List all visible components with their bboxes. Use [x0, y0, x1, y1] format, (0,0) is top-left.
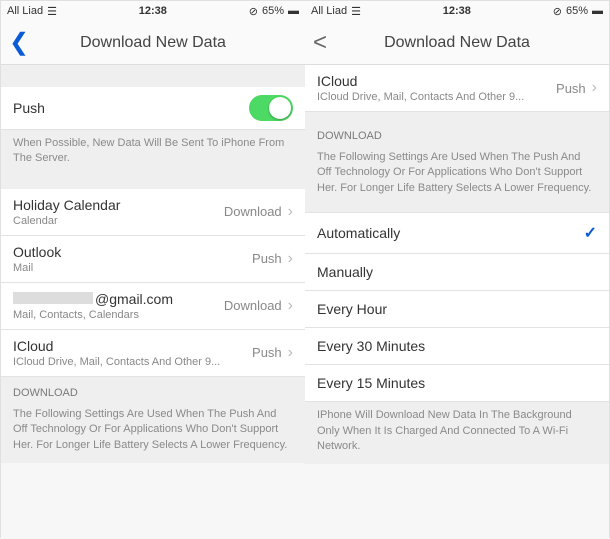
chevron-right-icon: › [592, 79, 597, 97]
back-button[interactable]: < [313, 29, 337, 57]
account-title: ICloud [13, 338, 220, 354]
chevron-right-icon: › [288, 203, 293, 221]
account-subtitle: Mail [13, 262, 61, 274]
push-label: Push [13, 100, 45, 116]
checkmark-icon: ✓ [584, 223, 597, 243]
account-row-outlook[interactable]: Outlook Mail Push › [1, 236, 305, 283]
account-subtitle: Mail, Contacts, Calendars [13, 309, 173, 321]
battery-icon: ▬ [288, 5, 299, 17]
carrier-label: All Liad [311, 5, 347, 17]
option-every-15[interactable]: Every 15 Minutes [305, 365, 609, 402]
back-button[interactable]: ❮ [9, 28, 33, 57]
option-label: Every 15 Minutes [317, 375, 425, 391]
nav-header: < Download New Data [305, 21, 609, 65]
orientation-lock-icon: ⊘ [553, 5, 562, 18]
push-toggle-row[interactable]: Push [1, 87, 305, 130]
orientation-lock-icon: ⊘ [249, 5, 258, 18]
wifi-icon: ☰ [47, 5, 57, 18]
time-label: 12:38 [443, 5, 471, 17]
download-section-header: DOWNLOAD [305, 112, 609, 148]
wifi-icon: ☰ [351, 5, 361, 18]
battery-icon: ▬ [592, 5, 603, 17]
status-bar: All Liad ☰ 12:38 ⊘ 65% ▬ [305, 1, 609, 21]
icloud-mode: Push [556, 81, 586, 96]
account-subtitle: ICloud Drive, Mail, Contacts And Other 9… [13, 356, 220, 368]
account-mode: Push [252, 345, 282, 360]
option-every-30[interactable]: Every 30 Minutes [305, 328, 609, 365]
chevron-right-icon: › [288, 250, 293, 268]
download-section-header: DOWNLOAD [1, 377, 305, 405]
account-mode: Push [252, 251, 282, 266]
push-toggle[interactable] [249, 95, 293, 121]
option-automatically[interactable]: Automatically ✓ [305, 212, 609, 254]
chevron-right-icon: › [288, 344, 293, 362]
account-title: @gmail.com [13, 291, 173, 307]
battery-label: 65% [262, 5, 284, 17]
icloud-row[interactable]: ICloud ICloud Drive, Mail, Contacts And … [305, 65, 609, 112]
download-info: The Following Settings Are Used When The… [305, 148, 609, 212]
account-row-gmail[interactable]: @gmail.com Mail, Contacts, Calendars Dow… [1, 283, 305, 330]
option-label: Manually [317, 264, 373, 280]
download-footer: The Following Settings Are Used When The… [1, 405, 305, 463]
icloud-subtitle: ICloud Drive, Mail, Contacts And Other 9… [317, 91, 524, 103]
battery-label: 65% [566, 5, 588, 17]
nav-header: ❮ Download New Data [1, 21, 305, 65]
account-mode: Download [224, 298, 282, 313]
carrier-label: All Liad [7, 5, 43, 17]
page-title: Download New Data [33, 34, 273, 52]
option-every-hour[interactable]: Every Hour [305, 291, 609, 328]
fetch-footer: IPhone Will Download New Data In The Bac… [305, 402, 609, 464]
page-title: Download New Data [337, 34, 577, 52]
icloud-title: ICloud [317, 73, 524, 89]
time-label: 12:38 [139, 5, 167, 17]
account-title: Outlook [13, 244, 61, 260]
account-mode: Download [224, 204, 282, 219]
push-footer: When Possible, New Data Will Be Sent To … [1, 130, 305, 177]
account-row-icloud[interactable]: ICloud ICloud Drive, Mail, Contacts And … [1, 330, 305, 377]
phone-left-screen: All Liad ☰ 12:38 ⊘ 65% ▬ ❮ Download New … [1, 1, 305, 539]
option-label: Every Hour [317, 301, 387, 317]
account-row-holiday[interactable]: Holiday Calendar Calendar Download › [1, 189, 305, 236]
option-manually[interactable]: Manually [305, 254, 609, 291]
redacted-text [13, 292, 93, 304]
account-subtitle: Calendar [13, 215, 120, 227]
chevron-right-icon: › [288, 297, 293, 315]
option-label: Automatically [317, 225, 400, 241]
phone-right-screen: All Liad ☰ 12:38 ⊘ 65% ▬ < Download New … [305, 1, 609, 539]
account-title: Holiday Calendar [13, 197, 120, 213]
status-bar: All Liad ☰ 12:38 ⊘ 65% ▬ [1, 1, 305, 21]
option-label: Every 30 Minutes [317, 338, 425, 354]
